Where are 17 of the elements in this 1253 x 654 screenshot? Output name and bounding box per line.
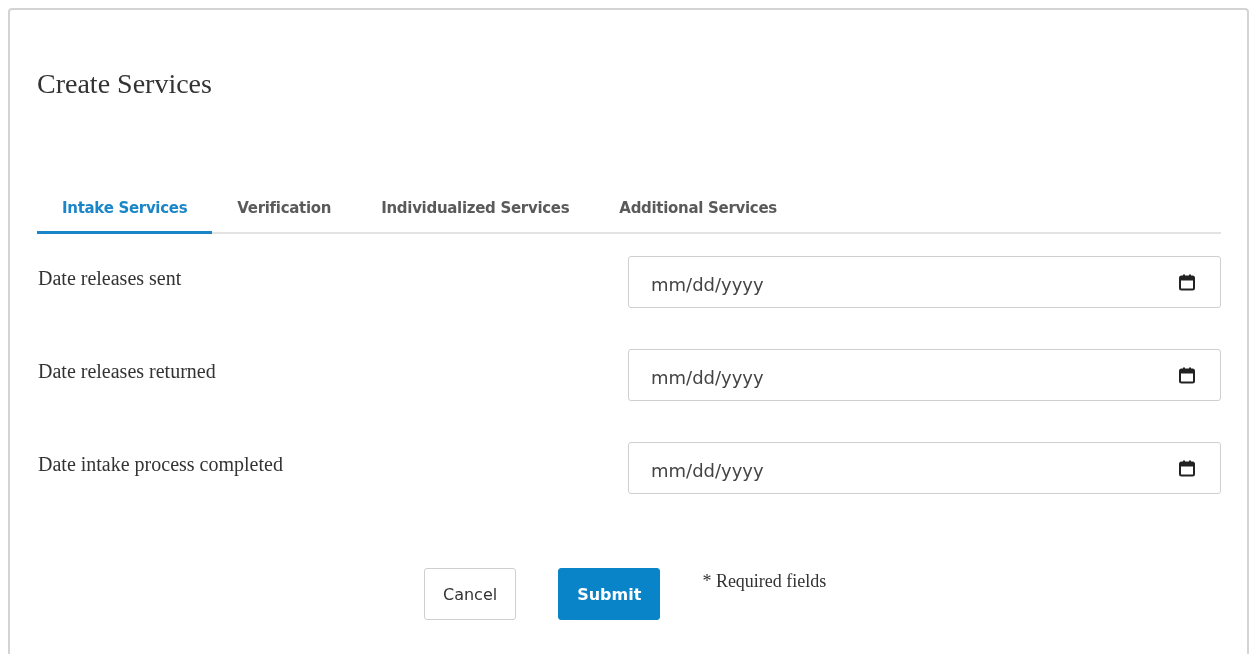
tab[interactable]: Individualized Services	[356, 189, 595, 234]
field-label: Date intake process completed	[38, 453, 283, 476]
field-label: Date releases sent	[38, 267, 182, 290]
date-field[interactable]: mm/dd/yyyy	[628, 442, 1221, 494]
calendar-icon[interactable]	[1179, 274, 1195, 291]
tab[interactable]: Intake Services	[37, 189, 213, 234]
date-field[interactable]: mm/dd/yyyy	[628, 256, 1221, 308]
calendar-icon[interactable]	[1179, 367, 1195, 384]
dialog-title: Create Services	[37, 67, 212, 101]
date-field[interactable]: mm/dd/yyyy	[628, 349, 1221, 401]
tab[interactable]: Additional Services	[594, 189, 802, 234]
field-label: Date releases returned	[38, 360, 216, 383]
required-note: * Required fields	[702, 571, 827, 592]
submit-button[interactable]: Submit	[558, 568, 661, 620]
tab[interactable]: Verification	[212, 189, 357, 234]
cancel-button[interactable]: Cancel	[424, 568, 517, 620]
calendar-icon[interactable]	[1179, 460, 1195, 477]
